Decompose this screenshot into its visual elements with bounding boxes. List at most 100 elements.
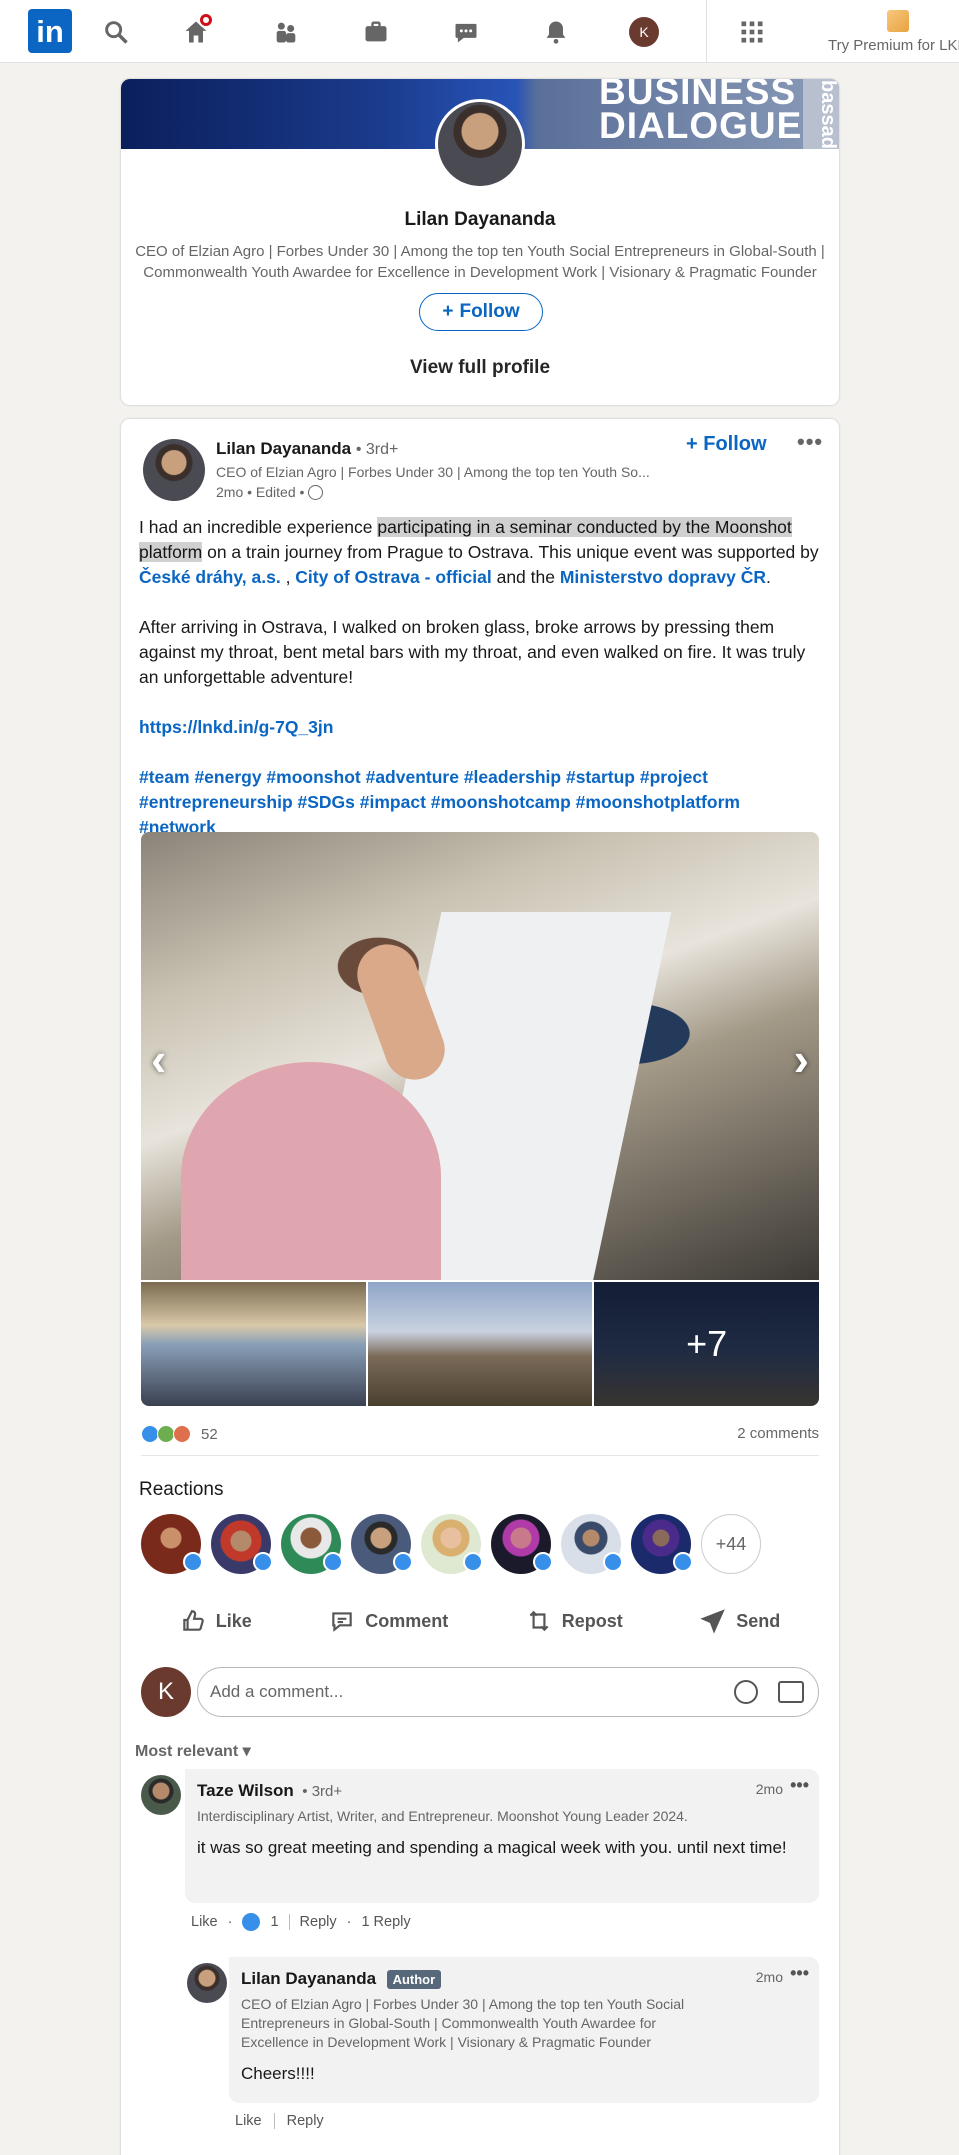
- repost-icon: [529, 1610, 549, 1632]
- reactor-avatar[interactable]: [351, 1514, 413, 1574]
- profile-name[interactable]: Lilan Dayananda: [121, 209, 839, 231]
- like-badge-icon: [463, 1552, 483, 1572]
- post-text: and the: [491, 567, 560, 587]
- post-main-image[interactable]: ‹ ›: [141, 832, 819, 1280]
- thumbnail-image[interactable]: [367, 1282, 593, 1406]
- like-badge-icon: [533, 1552, 553, 1572]
- comment-input[interactable]: Add a comment...: [197, 1667, 819, 1717]
- reactor-avatar[interactable]: [281, 1514, 343, 1574]
- like-badge-icon: [603, 1552, 623, 1572]
- comments-count-link[interactable]: 2 comments: [737, 1425, 819, 1442]
- next-image-arrow[interactable]: ›: [794, 1032, 809, 1086]
- post-card: Lilan Dayananda • 3rd+ CEO of Elzian Agr…: [120, 418, 840, 2155]
- plus-icon: +: [442, 301, 454, 322]
- comment-bubble: Taze Wilson • 3rd+ Interdisciplinary Art…: [185, 1769, 819, 1903]
- reply-like-button[interactable]: Like: [235, 2113, 262, 2129]
- reply-author-avatar[interactable]: [187, 1963, 227, 2003]
- reactor-avatar[interactable]: [631, 1514, 693, 1574]
- thumbnail-image[interactable]: [141, 1282, 366, 1406]
- comment-reply-button[interactable]: Reply: [300, 1914, 337, 1930]
- messaging-icon[interactable]: [448, 14, 484, 50]
- post-author-avatar[interactable]: [143, 439, 205, 501]
- comment-like-button[interactable]: Like: [191, 1914, 218, 1930]
- reply-author-headline: CEO of Elzian Agro | Forbes Under 30 | A…: [241, 1996, 685, 2051]
- jobs-icon[interactable]: [358, 14, 394, 50]
- post-url-link[interactable]: https://lnkd.in/g-7Q_3jn: [139, 715, 819, 740]
- commenter-name[interactable]: Taze Wilson: [197, 1781, 294, 1800]
- post-follow-button[interactable]: + Follow: [686, 433, 767, 456]
- commenter-avatar[interactable]: [141, 1775, 181, 1815]
- comment-icon: [332, 1612, 352, 1632]
- image-upload-icon[interactable]: [778, 1681, 804, 1703]
- reactor-avatar[interactable]: [561, 1514, 623, 1574]
- profile-avatar[interactable]: [435, 99, 525, 189]
- mention-link[interactable]: City of Ostrava - official: [295, 567, 491, 587]
- reply-reply-button[interactable]: Reply: [287, 2113, 324, 2129]
- dot-separator: ·: [346, 1914, 352, 1930]
- profile-follow-button[interactable]: + Follow: [419, 293, 543, 331]
- repost-button[interactable]: Repost: [526, 1599, 623, 1643]
- network-icon[interactable]: [268, 14, 304, 50]
- apps-grid-icon[interactable]: [734, 14, 770, 50]
- notifications-icon[interactable]: [538, 14, 574, 50]
- reaction-count: 52: [201, 1425, 218, 1443]
- replies-count[interactable]: 1 Reply: [361, 1914, 410, 1930]
- comment-actions: Like · 1 Reply · 1 Reply: [191, 1913, 411, 1931]
- send-label: Send: [736, 1610, 781, 1631]
- top-nav: in K Try Premium for LKR0: [0, 0, 959, 63]
- try-premium-link[interactable]: Try Premium for LKR0: [828, 10, 959, 54]
- mention-link[interactable]: Ministerstvo dopravy ČR: [560, 567, 766, 587]
- post-text: .: [766, 567, 771, 587]
- post-time: 2mo • Edited •: [216, 484, 324, 500]
- me-menu[interactable]: K: [626, 14, 662, 50]
- premium-label: Try Premium for LKR0: [828, 37, 959, 54]
- notification-dot: [198, 12, 214, 28]
- send-button[interactable]: Send: [700, 1599, 780, 1643]
- reactor-avatar[interactable]: [211, 1514, 273, 1574]
- post-paragraph: After arriving in Ostrava, I walked on b…: [139, 617, 806, 687]
- prev-image-arrow[interactable]: ‹: [151, 1032, 166, 1086]
- home-icon[interactable]: [178, 12, 214, 50]
- thumbs-up-icon: [182, 1610, 204, 1631]
- comment-placeholder: Add a comment...: [210, 1682, 344, 1701]
- post-hashtags[interactable]: #team #energy #moonshot #adventure #lead…: [139, 765, 819, 840]
- reactor-avatar[interactable]: [421, 1514, 483, 1574]
- more-options-icon[interactable]: •••: [797, 429, 823, 455]
- reactions-title: Reactions: [139, 1479, 224, 1500]
- mention-link[interactable]: České dráhy, a.s.: [139, 567, 281, 587]
- search-icon[interactable]: [98, 14, 134, 50]
- reply-more-icon[interactable]: •••: [790, 1963, 809, 1984]
- repost-label: Repost: [561, 1610, 623, 1631]
- dot-separator: ·: [227, 1914, 233, 1930]
- my-avatar: K: [141, 1667, 191, 1717]
- sort-label: Most relevant: [135, 1743, 239, 1760]
- reply-text: Cheers!!!!: [241, 2064, 315, 2084]
- like-label: Like: [215, 1610, 252, 1631]
- post-author-name[interactable]: Lilan Dayananda • 3rd+: [216, 439, 398, 459]
- more-reactors-button[interactable]: +44: [701, 1514, 761, 1574]
- author-degree: • 3rd+: [355, 441, 399, 458]
- me-avatar: K: [629, 17, 659, 47]
- post-text: on a train journey from Prague to Ostrav…: [202, 542, 819, 562]
- reply-author-name[interactable]: Lilan Dayananda: [241, 1969, 376, 1988]
- image-detail: [181, 1062, 441, 1280]
- thumbnail-image[interactable]: +7: [594, 1282, 820, 1406]
- sort-comments-dropdown[interactable]: Most relevant ▾: [135, 1741, 251, 1761]
- comment-text: it was so great meeting and spending a m…: [197, 1838, 787, 1857]
- comment-like-count: 1: [270, 1914, 279, 1930]
- send-icon: [700, 1609, 726, 1634]
- like-button[interactable]: Like: [180, 1599, 252, 1643]
- reactor-avatar[interactable]: [491, 1514, 553, 1574]
- commenter-degree: • 3rd+: [302, 1783, 343, 1800]
- emoji-icon[interactable]: [734, 1680, 758, 1704]
- reactor-avatar[interactable]: [141, 1514, 203, 1574]
- profile-card: BUSINESS DIALOGUE bassad Lilan Dayananda…: [120, 78, 840, 406]
- comment-more-icon[interactable]: •••: [790, 1775, 809, 1796]
- view-full-profile-link[interactable]: View full profile: [121, 357, 839, 379]
- linkedin-logo[interactable]: in: [28, 9, 72, 53]
- comment-button[interactable]: Comment: [329, 1599, 448, 1643]
- like-badge-icon: [673, 1552, 693, 1572]
- post-time-text: 2mo • Edited •: [216, 484, 305, 500]
- reaction-summary[interactable]: 52: [141, 1425, 218, 1443]
- like-badge-icon: [183, 1552, 203, 1572]
